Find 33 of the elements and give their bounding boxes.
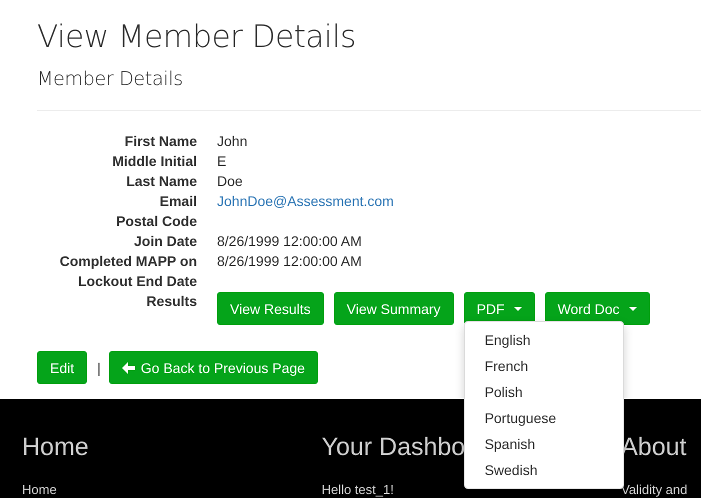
field-value: Doe <box>217 172 244 191</box>
page-title: View Member Details <box>37 18 357 55</box>
footer-heading: About <box>621 432 686 462</box>
field-value: 8/26/1999 12:00:00 AM <box>217 252 363 271</box>
footer-link[interactable]: Home <box>22 482 57 497</box>
email-link[interactable]: JohnDoe@Assessment.com <box>217 191 701 211</box>
field-value: 8/26/1999 12:00:00 AM <box>217 232 363 251</box>
footer-heading: Home <box>22 432 89 462</box>
field-label: Email <box>158 192 197 211</box>
field-label: Last Name <box>125 172 197 191</box>
field-label: Lockout End Date <box>76 272 197 291</box>
field-label: Postal Code <box>115 212 197 231</box>
footer-heading: Your Dashbo <box>322 432 466 462</box>
field-label: Results <box>145 292 197 311</box>
field-label: Completed MAPP on <box>58 252 197 271</box>
field-value: E <box>217 152 228 171</box>
arrow-left-icon <box>122 362 135 374</box>
section-title: Member Details <box>37 67 184 91</box>
menu-item[interactable]: English <box>464 327 623 353</box>
menu-item[interactable]: Swedish <box>464 457 623 483</box>
menu-item[interactable]: Portuguese <box>464 405 623 431</box>
menu-item[interactable]: French <box>464 353 623 379</box>
field-label: Join Date <box>132 232 197 251</box>
separator: | <box>97 360 101 376</box>
caret-icon <box>514 306 522 310</box>
footer-link[interactable]: Hello test_1! <box>322 482 394 497</box>
field-value: John <box>217 132 248 151</box>
menu-item[interactable]: Spanish <box>464 431 623 457</box>
footer-link[interactable]: Validity and <box>621 482 688 497</box>
caret-icon <box>628 306 637 310</box>
menu-item[interactable]: Polish <box>464 379 623 405</box>
field-label: Middle Initial <box>111 152 197 171</box>
field-label: First Name <box>124 132 197 151</box>
